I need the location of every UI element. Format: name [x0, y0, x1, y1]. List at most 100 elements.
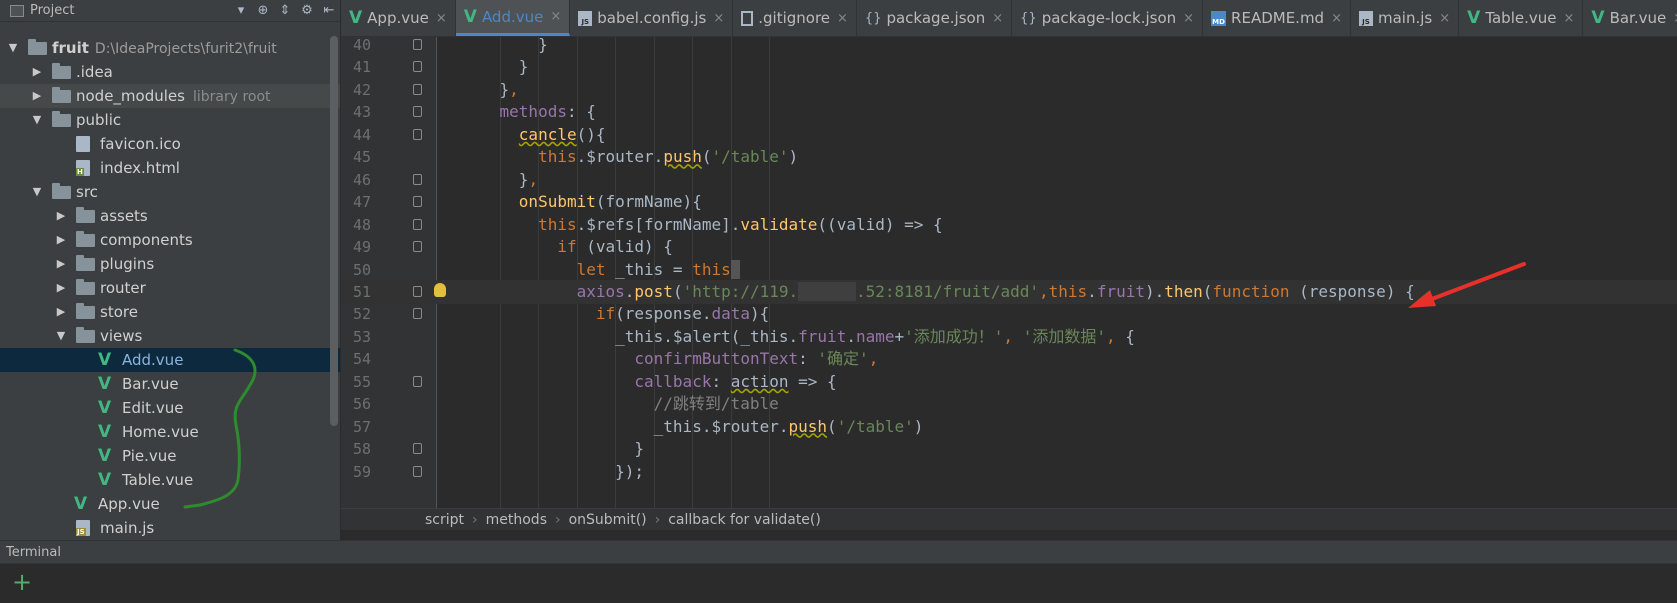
code-line[interactable]: 53 _this.$alert(_this.fruit.name+'添加成功！'…	[341, 325, 1677, 349]
dropdown-icon[interactable]: ▾	[230, 3, 252, 18]
expand-down-icon[interactable]: ▼	[30, 180, 44, 204]
fold-marker-icon[interactable]	[413, 196, 422, 208]
tree-item-fruit[interactable]: ▼ fruit D:\IdeaProjects\furit2\fruit	[0, 36, 340, 60]
project-panel-title[interactable]: Project	[30, 3, 230, 18]
expand-right-icon[interactable]: ▶	[30, 60, 44, 84]
locate-icon[interactable]: ⊕	[252, 3, 274, 18]
tree-item-home-vue[interactable]: V Home.vue	[0, 420, 340, 444]
tab-table-vue[interactable]: V Table.vue ×	[1459, 0, 1584, 36]
breadcrumb-item[interactable]: callback for validate()	[668, 512, 821, 528]
fold-marker-icon[interactable]	[413, 128, 422, 140]
close-icon[interactable]: ×	[550, 9, 561, 24]
lightbulb-icon[interactable]	[434, 282, 446, 297]
close-icon[interactable]: ×	[1183, 11, 1194, 26]
tree-item-store[interactable]: ▶ store	[0, 300, 340, 324]
close-icon[interactable]: ×	[837, 11, 848, 26]
gear-icon[interactable]: ⚙	[296, 3, 318, 18]
tab-app-vue[interactable]: V App.vue ×	[341, 0, 456, 36]
expand-right-icon[interactable]: ▶	[54, 228, 68, 252]
fold-marker-icon[interactable]	[413, 218, 422, 230]
code-line[interactable]: 46 },	[341, 168, 1677, 192]
tree-item-src[interactable]: ▼ src	[0, 180, 340, 204]
code-line[interactable]: 45 this.$router.push('/table')	[341, 145, 1677, 169]
fold-marker-icon[interactable]	[413, 83, 422, 95]
expand-right-icon[interactable]: ▶	[30, 84, 44, 108]
tab-main-js[interactable]: JS main.js ×	[1351, 0, 1460, 36]
code-line[interactable]: 44 cancle(){	[341, 123, 1677, 147]
fold-marker-icon[interactable]	[413, 61, 422, 73]
fold-marker-icon[interactable]	[413, 443, 422, 455]
expand-down-icon[interactable]: ▼	[30, 108, 44, 132]
tree-item-router[interactable]: ▶ router	[0, 276, 340, 300]
tree-item-components[interactable]: ▶ components	[0, 228, 340, 252]
code-line[interactable]: 48 this.$refs[formName].validate((valid)…	[341, 213, 1677, 237]
new-terminal-button[interactable]: +	[12, 570, 32, 594]
breadcrumb-item[interactable]: script	[425, 512, 464, 528]
close-icon[interactable]: ×	[1563, 11, 1574, 26]
code-line[interactable]: 43 methods: {	[341, 100, 1677, 124]
fold-marker-icon[interactable]	[413, 106, 422, 118]
tree-item-views[interactable]: ▼ views	[0, 324, 340, 348]
sidebar-scrollbar[interactable]	[330, 36, 338, 426]
code-line[interactable]: 58 }	[341, 437, 1677, 461]
close-icon[interactable]: ×	[992, 11, 1003, 26]
code-line[interactable]: 40 }	[341, 37, 1677, 57]
collapse-all-icon[interactable]: ⇕	[274, 3, 296, 18]
code-line[interactable]: 56 //跳转到/table	[341, 392, 1677, 416]
breadcrumb-item[interactable]: methods	[486, 512, 547, 528]
tab-add-vue[interactable]: V Add.vue ×	[455, 0, 571, 36]
tab-babel-config-js[interactable]: JS babel.config.js ×	[570, 0, 734, 36]
fold-marker-icon[interactable]	[413, 285, 422, 297]
terminal-body[interactable]: +	[0, 563, 1677, 603]
code-editor[interactable]: 40 } 41 } 42 }, 43 methods: {44 cancle(){45…	[341, 37, 1677, 508]
tab-gitignore[interactable]: .gitignore ×	[733, 0, 857, 36]
expand-down-icon[interactable]: ▼	[54, 324, 68, 348]
tree-item-favicon-ico[interactable]: favicon.ico	[0, 132, 340, 156]
hide-panel-icon[interactable]: ⇤	[318, 3, 340, 18]
close-icon[interactable]: ×	[713, 11, 724, 26]
code-line[interactable]: 47 onSubmit(formName){	[341, 190, 1677, 214]
tree-item-edit-vue[interactable]: V Edit.vue	[0, 396, 340, 420]
fold-marker-icon[interactable]	[413, 375, 422, 387]
expand-right-icon[interactable]: ▶	[54, 276, 68, 300]
tree-item-table-vue[interactable]: V Table.vue	[0, 468, 340, 492]
code-line[interactable]: 42 },	[341, 78, 1677, 102]
fold-marker-icon[interactable]	[413, 308, 422, 320]
tree-item-plugins[interactable]: ▶ plugins	[0, 252, 340, 276]
terminal-tool-window-header[interactable]: Terminal	[0, 540, 1677, 563]
tab-bar-vue[interactable]: VBar.vue ×	[1583, 0, 1677, 36]
tree-item-assets[interactable]: ▶ assets	[0, 204, 340, 228]
fold-marker-icon[interactable]	[413, 241, 422, 253]
tree-item-pie-vue[interactable]: V Pie.vue	[0, 444, 340, 468]
tree-item-public[interactable]: ▼ public	[0, 108, 340, 132]
tree-item-index-html[interactable]: Hindex.html	[0, 156, 340, 180]
tree-item-bar-vue[interactable]: V Bar.vue	[0, 372, 340, 396]
code-line[interactable]: 41 }	[341, 55, 1677, 79]
expand-right-icon[interactable]: ▶	[54, 252, 68, 276]
fold-marker-icon[interactable]	[413, 465, 422, 477]
tree-item-add-vue[interactable]: V Add.vue	[0, 348, 340, 372]
tree-item-idea[interactable]: ▶ .idea	[0, 60, 340, 84]
breadcrumb-item[interactable]: onSubmit()	[569, 512, 647, 528]
tab-label: .gitignore	[758, 9, 831, 27]
tab-package-lock-json[interactable]: {} package-lock.json ×	[1012, 0, 1204, 36]
tab-package-json[interactable]: {} package.json ×	[857, 0, 1013, 36]
close-icon[interactable]: ×	[1331, 11, 1342, 26]
close-icon[interactable]: ×	[1439, 11, 1450, 26]
expand-down-icon[interactable]: ▼	[6, 36, 20, 60]
code-line[interactable]: 59 });	[341, 460, 1677, 484]
tree-item-main-js[interactable]: JS main.js	[0, 516, 340, 540]
fold-marker-icon[interactable]	[413, 173, 422, 185]
expand-right-icon[interactable]: ▶	[54, 204, 68, 228]
code-line[interactable]: 57 _this.$router.push('/table')	[341, 415, 1677, 439]
tab-readme-md[interactable]: MD README.md ×	[1203, 0, 1351, 36]
close-icon[interactable]: ×	[1673, 11, 1677, 26]
code-line[interactable]: 54 confirmButtonText: '确定',	[341, 347, 1677, 371]
code-line[interactable]: 55 callback: action => {	[341, 370, 1677, 394]
tree-item-app-vue[interactable]: V App.vue	[0, 492, 340, 516]
fold-marker-icon[interactable]	[413, 39, 422, 50]
expand-right-icon[interactable]: ▶	[54, 300, 68, 324]
code-line[interactable]: 49 if (valid) {	[341, 235, 1677, 259]
close-icon[interactable]: ×	[436, 11, 447, 26]
tree-item-node-modules[interactable]: ▶ node_modules library root	[0, 84, 340, 108]
